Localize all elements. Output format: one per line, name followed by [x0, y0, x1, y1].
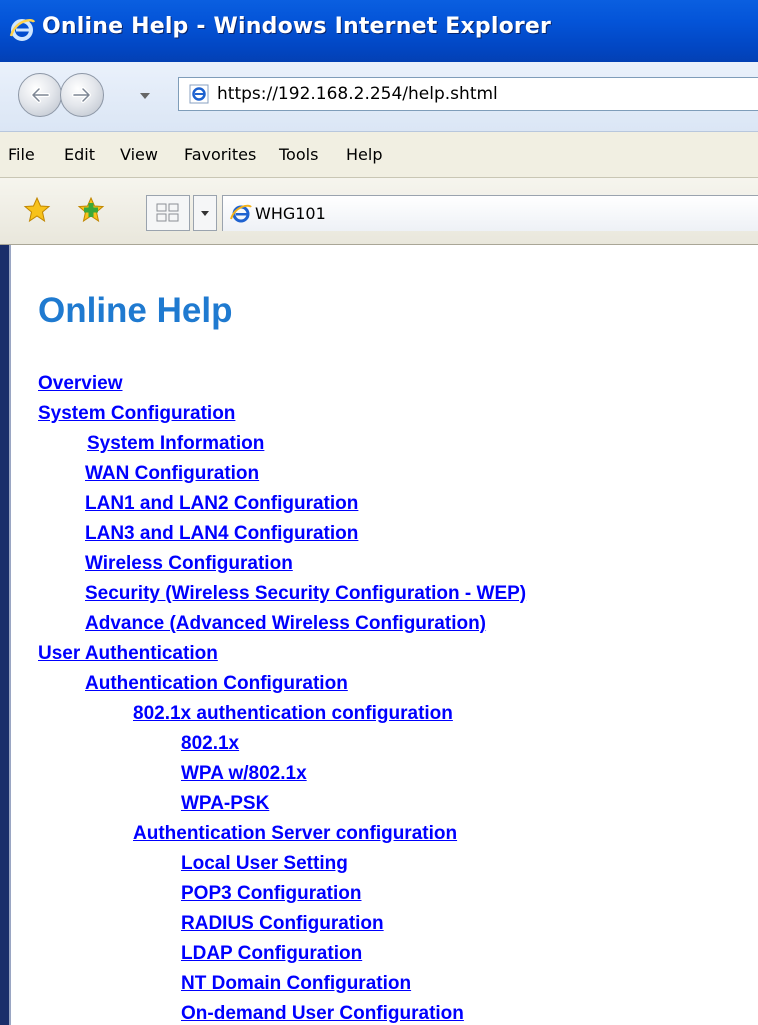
window-title: Online Help - Windows Internet Explorer: [42, 14, 552, 39]
toc-link-nt-domain-configuration[interactable]: NT Domain Configuration: [181, 973, 411, 995]
favorites-star-icon[interactable]: [22, 195, 52, 225]
toc-link-ldap-configuration[interactable]: LDAP Configuration: [181, 943, 362, 965]
toc-link-wan-configuration[interactable]: WAN Configuration: [85, 463, 259, 485]
menu-bar: File Edit View Favorites Tools Help: [0, 132, 758, 178]
menu-tools[interactable]: Tools: [279, 145, 318, 164]
chevron-down-icon: [201, 211, 209, 216]
toc-link-authentication-server-configuration[interactable]: Authentication Server configuration: [133, 823, 457, 845]
forward-button[interactable]: [60, 73, 104, 117]
page-content: Online Help Overview System Configuratio…: [0, 245, 758, 1025]
ie-logo-icon: [9, 19, 36, 41]
toc-link-wpa-psk[interactable]: WPA-PSK: [181, 793, 269, 815]
toc-link-pop3-configuration[interactable]: POP3 Configuration: [181, 883, 362, 905]
tab-whg101[interactable]: WHG101: [222, 195, 758, 231]
ie-tab-icon: [230, 204, 252, 223]
toc-link-system-configuration[interactable]: System Configuration: [38, 403, 235, 425]
quick-tabs-icon: [156, 203, 179, 222]
toc-link-on-demand-user-configuration[interactable]: On-demand User Configuration: [181, 1003, 464, 1025]
quick-tabs-button[interactable]: [146, 195, 190, 231]
address-toolbar: https://192.168.2.254/help.shtml: [0, 62, 758, 132]
add-favorite-icon[interactable]: [76, 195, 106, 225]
toc-link-8021x[interactable]: 802.1x: [181, 733, 239, 755]
page-title: Online Help: [38, 291, 233, 330]
tab-label: WHG101: [255, 204, 326, 223]
toc-link-user-authentication[interactable]: User Authentication: [38, 643, 218, 665]
menu-file[interactable]: File: [8, 145, 35, 164]
toc-link-advance[interactable]: Advance (Advanced Wireless Configuration…: [85, 613, 486, 635]
back-arrow-icon: [31, 87, 50, 103]
toc-link-wpa-8021x[interactable]: WPA w/802.1x: [181, 763, 307, 785]
toc-link-wireless-configuration[interactable]: Wireless Configuration: [85, 553, 293, 575]
menu-favorites[interactable]: Favorites: [184, 145, 256, 164]
menu-help[interactable]: Help: [346, 145, 382, 164]
window-left-border: [0, 245, 11, 1025]
menu-view[interactable]: View: [120, 145, 158, 164]
toc-link-security[interactable]: Security (Wireless Security Configuratio…: [85, 583, 526, 605]
address-url: https://192.168.2.254/help.shtml: [217, 84, 498, 104]
recent-pages-dropdown-icon[interactable]: [138, 91, 152, 101]
toc-link-8021x-authentication-configuration[interactable]: 802.1x authentication configuration: [133, 703, 453, 725]
toc-link-local-user-setting[interactable]: Local User Setting: [181, 853, 348, 875]
favorites-tab-bar: WHG101: [0, 178, 758, 245]
toc-link-system-information[interactable]: System Information: [87, 433, 264, 455]
page-ie-icon: [189, 84, 209, 104]
toc-link-overview[interactable]: Overview: [38, 373, 123, 395]
toc-link-authentication-configuration[interactable]: Authentication Configuration: [85, 673, 348, 695]
forward-arrow-icon: [72, 87, 91, 103]
toc-link-lan3-lan4-configuration[interactable]: LAN3 and LAN4 Configuration: [85, 523, 358, 545]
address-field[interactable]: https://192.168.2.254/help.shtml: [178, 77, 758, 111]
tab-list-button[interactable]: [193, 195, 217, 231]
toc-link-radius-configuration[interactable]: RADIUS Configuration: [181, 913, 384, 935]
menu-edit[interactable]: Edit: [64, 145, 95, 164]
back-button[interactable]: [18, 73, 62, 117]
window-title-bar: Online Help - Windows Internet Explorer: [0, 0, 758, 62]
toc-link-lan1-lan2-configuration[interactable]: LAN1 and LAN2 Configuration: [85, 493, 358, 515]
